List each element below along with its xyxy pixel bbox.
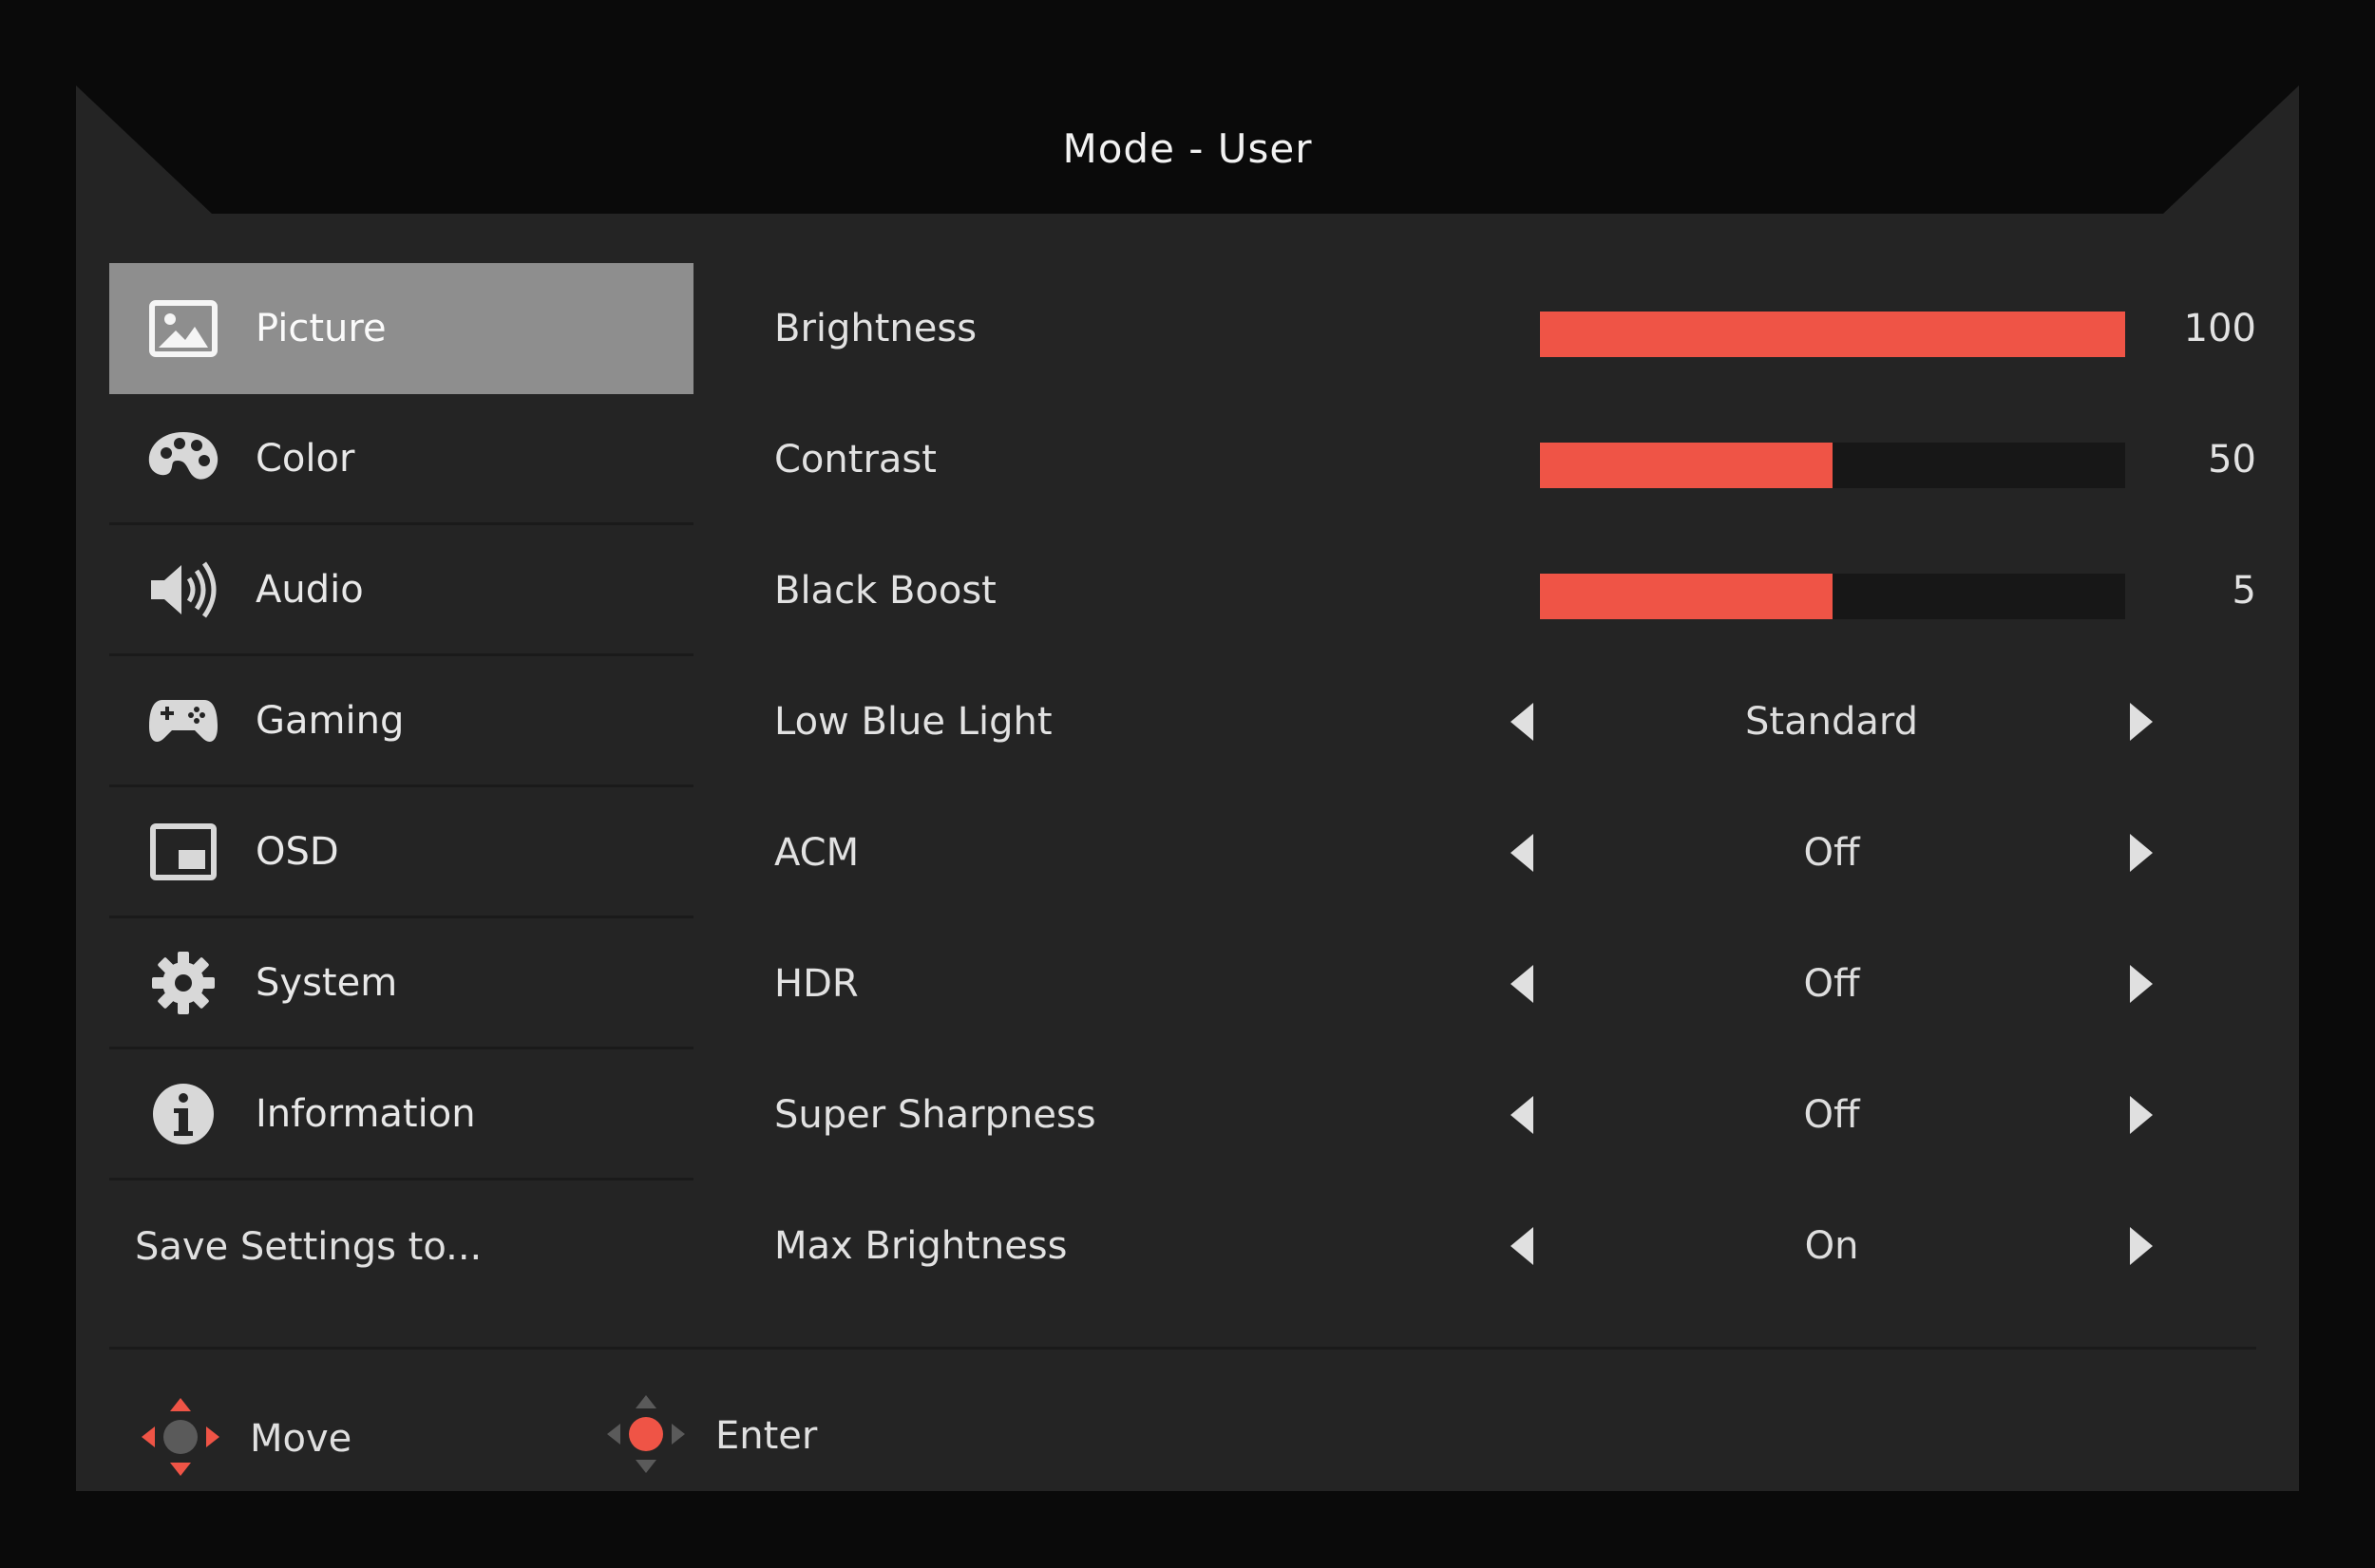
arrow-right-icon[interactable]: [2130, 834, 2153, 872]
super-sharpness-value: Off: [1803, 1093, 1860, 1137]
save-settings-button[interactable]: Save Settings to...: [135, 1225, 482, 1269]
dpad-move-icon: [138, 1394, 223, 1483]
sidebar-item-system[interactable]: System: [109, 918, 694, 1049]
sidebar-item-information[interactable]: Information: [109, 1049, 694, 1181]
contrast-slider[interactable]: [1540, 443, 2125, 488]
setting-label: Max Brightness: [774, 1224, 1068, 1268]
move-label: Move: [250, 1417, 352, 1461]
arrow-right-icon[interactable]: [2130, 703, 2153, 741]
sidebar-item-label: Picture: [256, 307, 387, 350]
sidebar-item-gaming[interactable]: Gaming: [109, 656, 694, 787]
setting-label: Brightness: [774, 307, 978, 350]
acm-value: Off: [1803, 831, 1860, 875]
slider-fill: [1540, 312, 2125, 357]
arrow-left-icon[interactable]: [1510, 703, 1533, 741]
sidebar-item-color[interactable]: Color: [109, 394, 694, 525]
acm-row[interactable]: ACM Off: [774, 815, 2256, 891]
enter-label: Enter: [715, 1414, 818, 1458]
enter-hint: Enter: [603, 1391, 817, 1481]
brightness-value: 100: [2183, 307, 2256, 350]
setting-label: Low Blue Light: [774, 700, 1053, 744]
gamepad-icon: [145, 683, 221, 759]
sidebar-item-label: Gaming: [256, 698, 405, 743]
hdr-row[interactable]: HDR Off: [774, 946, 2256, 1022]
black-boost-row[interactable]: Black Boost 5: [774, 553, 2256, 629]
slider-fill: [1540, 443, 1833, 488]
osd-window-icon: [145, 814, 221, 890]
sidebar-item-label: OSD: [256, 829, 339, 874]
arrow-left-icon[interactable]: [1510, 1096, 1533, 1134]
setting-label: Contrast: [774, 438, 937, 482]
sidebar-item-picture[interactable]: Picture: [109, 263, 694, 394]
hdr-value: Off: [1803, 962, 1860, 1006]
black-boost-slider[interactable]: [1540, 574, 2125, 619]
speaker-icon: [145, 552, 221, 628]
slider-fill: [1540, 574, 1833, 619]
arrow-right-icon[interactable]: [2130, 965, 2153, 1003]
sidebar-item-audio[interactable]: Audio: [109, 525, 694, 656]
brightness-slider[interactable]: [1540, 312, 2125, 357]
super-sharpness-row[interactable]: Super Sharpness Off: [774, 1077, 2256, 1153]
low-blue-light-value: Standard: [1745, 700, 1918, 744]
info-icon: [145, 1076, 221, 1152]
setting-label: Super Sharpness: [774, 1093, 1096, 1137]
sidebar-item-label: System: [256, 960, 398, 1005]
arrow-right-icon[interactable]: [2130, 1227, 2153, 1265]
dpad-enter-icon: [603, 1391, 689, 1481]
menu-title: Mode - User: [1062, 125, 1313, 172]
move-hint: Move: [138, 1394, 352, 1483]
sidebar-item-label: Audio: [256, 567, 364, 612]
arrow-left-icon[interactable]: [1510, 965, 1533, 1003]
low-blue-light-row[interactable]: Low Blue Light Standard: [774, 684, 2256, 760]
sidebar-item-label: Information: [256, 1091, 476, 1136]
arrow-left-icon[interactable]: [1510, 1227, 1533, 1265]
setting-label: HDR: [774, 962, 859, 1006]
sidebar-item-label: Color: [256, 436, 355, 481]
picture-icon: [145, 291, 221, 367]
contrast-value: 50: [2208, 438, 2256, 482]
palette-icon: [145, 421, 221, 497]
footer-divider: [109, 1347, 2256, 1350]
setting-label: Black Boost: [774, 569, 997, 613]
max-brightness-row[interactable]: Max Brightness On: [774, 1208, 2256, 1284]
sidebar-item-osd[interactable]: OSD: [109, 787, 694, 918]
max-brightness-value: On: [1804, 1224, 1859, 1268]
arrow-right-icon[interactable]: [2130, 1096, 2153, 1134]
brightness-row[interactable]: Brightness 100: [774, 291, 2256, 367]
sidebar: Picture Color Audio Gaming OSD System In…: [109, 263, 694, 1181]
contrast-row[interactable]: Contrast 50: [774, 422, 2256, 498]
black-boost-value: 5: [2232, 569, 2256, 613]
arrow-left-icon[interactable]: [1510, 834, 1533, 872]
setting-label: ACM: [774, 831, 860, 875]
gear-icon: [145, 945, 221, 1021]
